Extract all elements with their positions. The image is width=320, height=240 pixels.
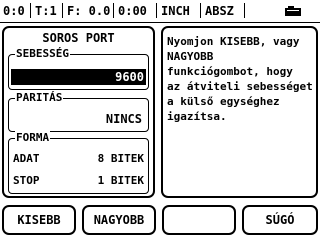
larger-button[interactable]: NAGYOBB [82,205,156,235]
smaller-button[interactable]: KISEBB [2,205,76,235]
parity-field[interactable]: NINCS [13,111,144,127]
datum-indicator: 0:0 [3,4,25,18]
divider [62,3,63,18]
data-bits-value: 8 BITEK [97,152,144,165]
format-group: FORMA ADAT 8 BITEK STOP 1 BITEK [8,131,149,194]
data-bits-label: ADAT [13,152,40,165]
help-text: Nyomjon KISEBB, vagy NAGYOBB funkciógomb… [167,35,313,123]
data-bits-row[interactable]: ADAT 8 BITEK [13,151,144,167]
status-bar-rule [0,22,320,23]
parity-label: PARITÁS [15,91,64,104]
help-panel: Nyomjon KISEBB, vagy NAGYOBB funkciógomb… [161,26,318,198]
mode-indicator: ABSZ [205,4,234,18]
divider [156,3,157,18]
serial-port-panel: SOROS PORT SEBESSÉG 9600 PARITÁS NINCS F… [2,26,155,198]
timer-indicator: 0:00 [118,4,147,18]
help-button[interactable]: SÚGÓ [242,205,318,235]
camera-icon [285,6,301,16]
speed-label: SEBESSÉG [15,47,70,60]
divider [244,3,245,18]
divider [113,3,114,18]
format-label: FORMA [15,131,51,144]
speed-group: SEBESSÉG 9600 [8,47,149,90]
stop-bits-label: STOP [13,174,40,187]
divider [200,3,201,18]
tool-indicator: T:1 [35,4,57,18]
feed-indicator: F: 0.0 [67,4,111,18]
status-bar: 0:0 T:1 F: 0.0 0:00 INCH ABSZ [0,0,320,22]
units-indicator: INCH [161,4,190,18]
speed-field[interactable]: 9600 [11,69,146,85]
parity-group: PARITÁS NINCS [8,91,149,132]
empty-softkey[interactable] [162,205,236,235]
divider [30,3,31,18]
stop-bits-value: 1 BITEK [97,174,144,187]
panel-title: SOROS PORT [42,31,115,45]
stop-bits-row[interactable]: STOP 1 BITEK [13,173,144,189]
